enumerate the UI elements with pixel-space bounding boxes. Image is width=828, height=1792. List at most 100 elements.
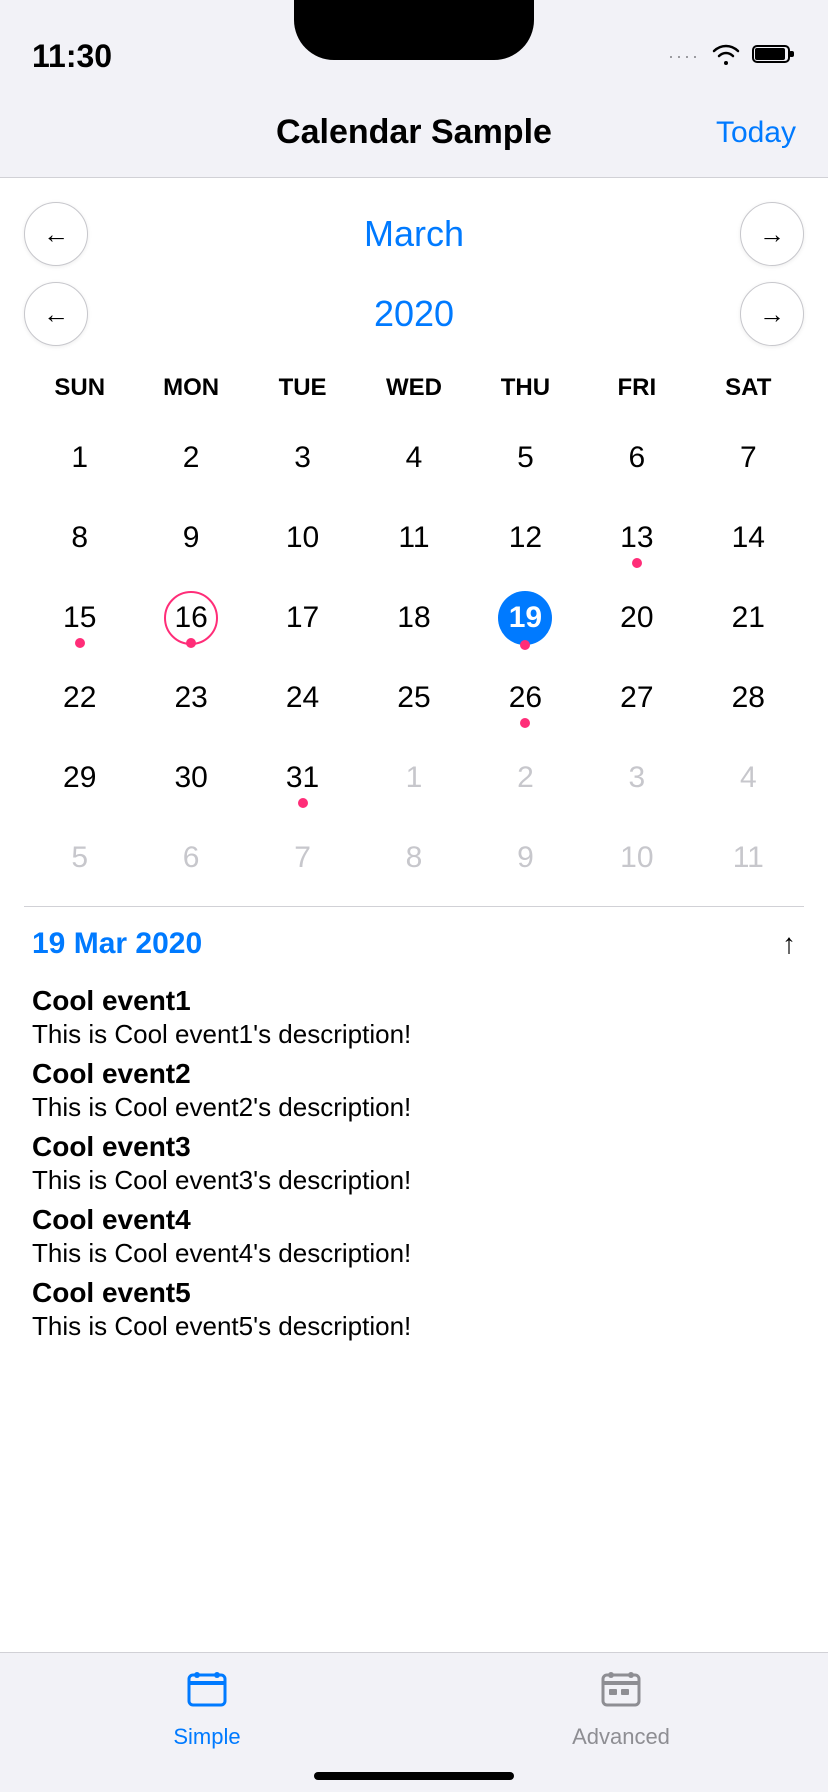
weekday-headers: SUNMONTUEWEDTHUFRISAT [24, 366, 804, 410]
event-dot [632, 558, 642, 568]
calendar-day[interactable]: 6 [135, 818, 246, 898]
event-item[interactable]: Cool event4This is Cool event4's descrip… [32, 1204, 796, 1269]
calendar-day[interactable]: 31 [247, 738, 358, 818]
calendar-day[interactable]: 9 [470, 818, 581, 898]
calendar-day[interactable]: 22 [24, 658, 135, 738]
calendar-day[interactable]: 24 [247, 658, 358, 738]
calendar-day[interactable]: 3 [581, 738, 692, 818]
cal-day-number: 10 [276, 511, 330, 565]
calendar-day[interactable]: 17 [247, 578, 358, 658]
calendar-day[interactable]: 8 [358, 818, 469, 898]
calendar-day[interactable]: 29 [24, 738, 135, 818]
cal-day-number: 5 [498, 431, 552, 485]
calendar-day[interactable]: 13 [581, 498, 692, 578]
cal-day-number: 24 [276, 671, 330, 725]
event-description: This is Cool event5's description! [32, 1311, 796, 1342]
next-year-button[interactable]: → [740, 282, 804, 346]
cal-day-number: 4 [721, 751, 775, 805]
calendar-day[interactable]: 4 [358, 418, 469, 498]
cal-day-number: 18 [387, 591, 441, 645]
cal-day-number: 6 [164, 831, 218, 885]
calendar-day[interactable]: 12 [470, 498, 581, 578]
calendar-grid: 1234567891011121314151617181920212223242… [24, 418, 804, 898]
calendar-day[interactable]: 7 [693, 418, 804, 498]
scroll-up-button[interactable]: ↑ [782, 928, 796, 960]
calendar-day[interactable]: 20 [581, 578, 692, 658]
cal-day-number: 17 [276, 591, 330, 645]
calendar-day[interactable]: 4 [693, 738, 804, 818]
calendar-day[interactable]: 27 [581, 658, 692, 738]
calendar-day[interactable]: 14 [693, 498, 804, 578]
cal-day-number: 19 [498, 591, 552, 645]
event-description: This is Cool event1's description! [32, 1019, 796, 1050]
cal-day-number: 25 [387, 671, 441, 725]
calendar-day[interactable]: 30 [135, 738, 246, 818]
calendar-day[interactable]: 23 [135, 658, 246, 738]
event-description: This is Cool event3's description! [32, 1165, 796, 1196]
event-title: Cool event2 [32, 1058, 796, 1090]
calendar-day[interactable]: 11 [358, 498, 469, 578]
cal-day-number: 20 [610, 591, 664, 645]
tab-simple[interactable]: Simple [127, 1667, 287, 1750]
calendar-day[interactable]: 7 [247, 818, 358, 898]
cal-day-number: 27 [610, 671, 664, 725]
cal-day-number: 23 [164, 671, 218, 725]
calendar-day[interactable]: 2 [470, 738, 581, 818]
calendar-day[interactable]: 5 [470, 418, 581, 498]
signal-icon: ···· [668, 46, 700, 67]
calendar-day[interactable]: 19 [470, 578, 581, 658]
calendar-day[interactable]: 28 [693, 658, 804, 738]
calendar-day[interactable]: 16 [135, 578, 246, 658]
calendar-day[interactable]: 25 [358, 658, 469, 738]
cal-day-number: 10 [610, 831, 664, 885]
cal-day-number: 2 [164, 431, 218, 485]
cal-day-number: 13 [610, 511, 664, 565]
cal-day-number: 3 [610, 751, 664, 805]
calendar-day[interactable]: 11 [693, 818, 804, 898]
cal-day-number: 16 [164, 591, 218, 645]
events-section: 19 Mar 2020 ↑ Cool event1This is Cool ev… [0, 907, 828, 1342]
calendar-day[interactable]: 26 [470, 658, 581, 738]
next-month-button[interactable]: → [740, 202, 804, 266]
cal-day-number: 12 [498, 511, 552, 565]
calendar-day[interactable]: 21 [693, 578, 804, 658]
calendar-day[interactable]: 5 [24, 818, 135, 898]
weekday-header-thu: THU [470, 366, 581, 410]
month-label: March [88, 213, 740, 255]
calendar-day[interactable]: 1 [358, 738, 469, 818]
cal-day-number: 9 [498, 831, 552, 885]
event-item[interactable]: Cool event5This is Cool event5's descrip… [32, 1277, 796, 1342]
calendar-day[interactable]: 10 [581, 818, 692, 898]
event-title: Cool event3 [32, 1131, 796, 1163]
event-item[interactable]: Cool event1This is Cool event1's descrip… [32, 985, 796, 1050]
event-dot [298, 798, 308, 808]
prev-year-button[interactable]: ← [24, 282, 88, 346]
advanced-tab-label: Advanced [572, 1724, 670, 1750]
calendar-day[interactable]: 3 [247, 418, 358, 498]
year-label: 2020 [88, 293, 740, 335]
cal-day-number: 22 [53, 671, 107, 725]
calendar-day[interactable]: 10 [247, 498, 358, 578]
nav-bar: Calendar Sample Today [0, 88, 828, 178]
calendar-day[interactable]: 8 [24, 498, 135, 578]
calendar-day[interactable]: 2 [135, 418, 246, 498]
prev-month-button[interactable]: ← [24, 202, 88, 266]
calendar-day[interactable]: 1 [24, 418, 135, 498]
event-item[interactable]: Cool event2This is Cool event2's descrip… [32, 1058, 796, 1123]
cal-day-number: 30 [164, 751, 218, 805]
calendar-day[interactable]: 6 [581, 418, 692, 498]
event-item[interactable]: Cool event3This is Cool event3's descrip… [32, 1131, 796, 1196]
tab-advanced[interactable]: Advanced [541, 1667, 701, 1750]
today-button[interactable]: Today [716, 116, 796, 150]
cal-day-number: 5 [53, 831, 107, 885]
calendar-day[interactable]: 18 [358, 578, 469, 658]
event-description: This is Cool event2's description! [32, 1092, 796, 1123]
weekday-header-wed: WED [358, 366, 469, 410]
calendar-day[interactable]: 15 [24, 578, 135, 658]
calendar-day[interactable]: 9 [135, 498, 246, 578]
weekday-header-sat: SAT [693, 366, 804, 410]
calendar-container: ← March → ← 2020 → SUNMONTUEWEDTHUFRISAT… [0, 178, 828, 907]
cal-day-number: 8 [387, 831, 441, 885]
event-title: Cool event4 [32, 1204, 796, 1236]
cal-day-number: 29 [53, 751, 107, 805]
